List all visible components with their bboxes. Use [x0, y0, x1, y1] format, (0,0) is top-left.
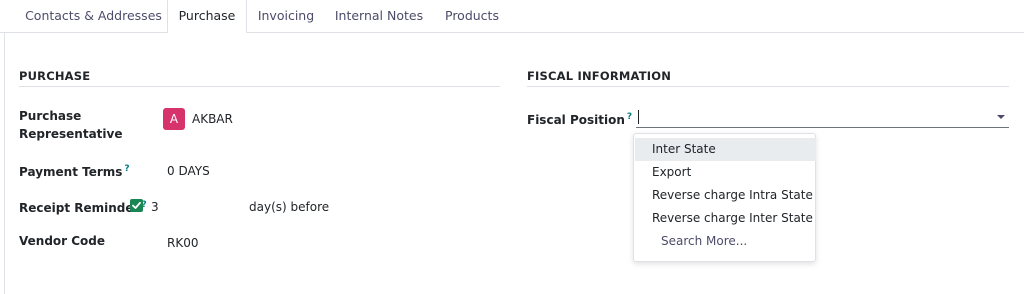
receipt-reminder-label: Receipt Reminder? [19, 196, 147, 217]
purchase-representative-label: Purchase Representative [19, 107, 123, 143]
purchase-representative-label-line1: Purchase [19, 109, 82, 123]
text-caret [638, 110, 639, 124]
fiscal-position-label-text: Fiscal Position [527, 113, 625, 127]
dropdown-option[interactable]: Export [635, 161, 816, 184]
tab-purchase-active[interactable]: Purchase [167, 0, 247, 33]
tab-internal-notes[interactable]: Internal Notes [326, 0, 432, 32]
purchase-section-title: PURCHASE [19, 69, 91, 83]
receipt-reminder-suffix: day(s) before [249, 200, 330, 214]
avatar: A [163, 108, 185, 130]
chevron-down-icon[interactable] [997, 115, 1005, 119]
tab-products[interactable]: Products [434, 0, 510, 32]
purchase-representative-label-line2: Representative [19, 127, 123, 141]
receipt-reminder-days-input[interactable]: 3 [151, 198, 159, 216]
form-left-border [4, 33, 5, 294]
notebook-tabs: Contacts & Addresses Purchase Invoicing … [0, 0, 1024, 33]
receipt-reminder-checkbox[interactable] [130, 199, 143, 212]
payment-terms-label: Payment Terms? [19, 160, 130, 181]
fiscal-section-title: FISCAL INFORMATION [527, 69, 672, 83]
fiscal-position-dropdown: Inter State Export Reverse charge Intra … [633, 133, 816, 262]
vendor-code-value[interactable]: RK00 [167, 234, 198, 252]
payment-terms-value[interactable]: 0 DAYS [167, 162, 210, 180]
receipt-reminder-label-text: Receipt Reminder [19, 201, 140, 215]
tab-contacts-addresses[interactable]: Contacts & Addresses [19, 0, 168, 32]
fiscal-position-input[interactable] [636, 106, 1009, 128]
help-icon[interactable]: ? [627, 112, 632, 122]
help-icon[interactable]: ? [124, 164, 129, 174]
fiscal-section-rule [527, 86, 1009, 87]
dropdown-option[interactable]: Inter State [635, 138, 816, 161]
dropdown-option[interactable]: Reverse charge Intra State [635, 184, 816, 207]
check-icon [132, 201, 141, 209]
fiscal-position-label: Fiscal Position? [527, 108, 632, 129]
tab-invoicing[interactable]: Invoicing [248, 0, 324, 32]
vendor-code-label: Vendor Code [19, 234, 106, 248]
payment-terms-label-text: Payment Terms [19, 165, 123, 179]
dropdown-option[interactable]: Reverse charge Inter State [635, 207, 816, 230]
purchase-section-rule [19, 86, 500, 87]
search-more-link[interactable]: Search More... [635, 230, 816, 253]
purchase-representative-value[interactable]: AKBAR [192, 110, 233, 128]
tabbar-divider [0, 32, 1024, 33]
